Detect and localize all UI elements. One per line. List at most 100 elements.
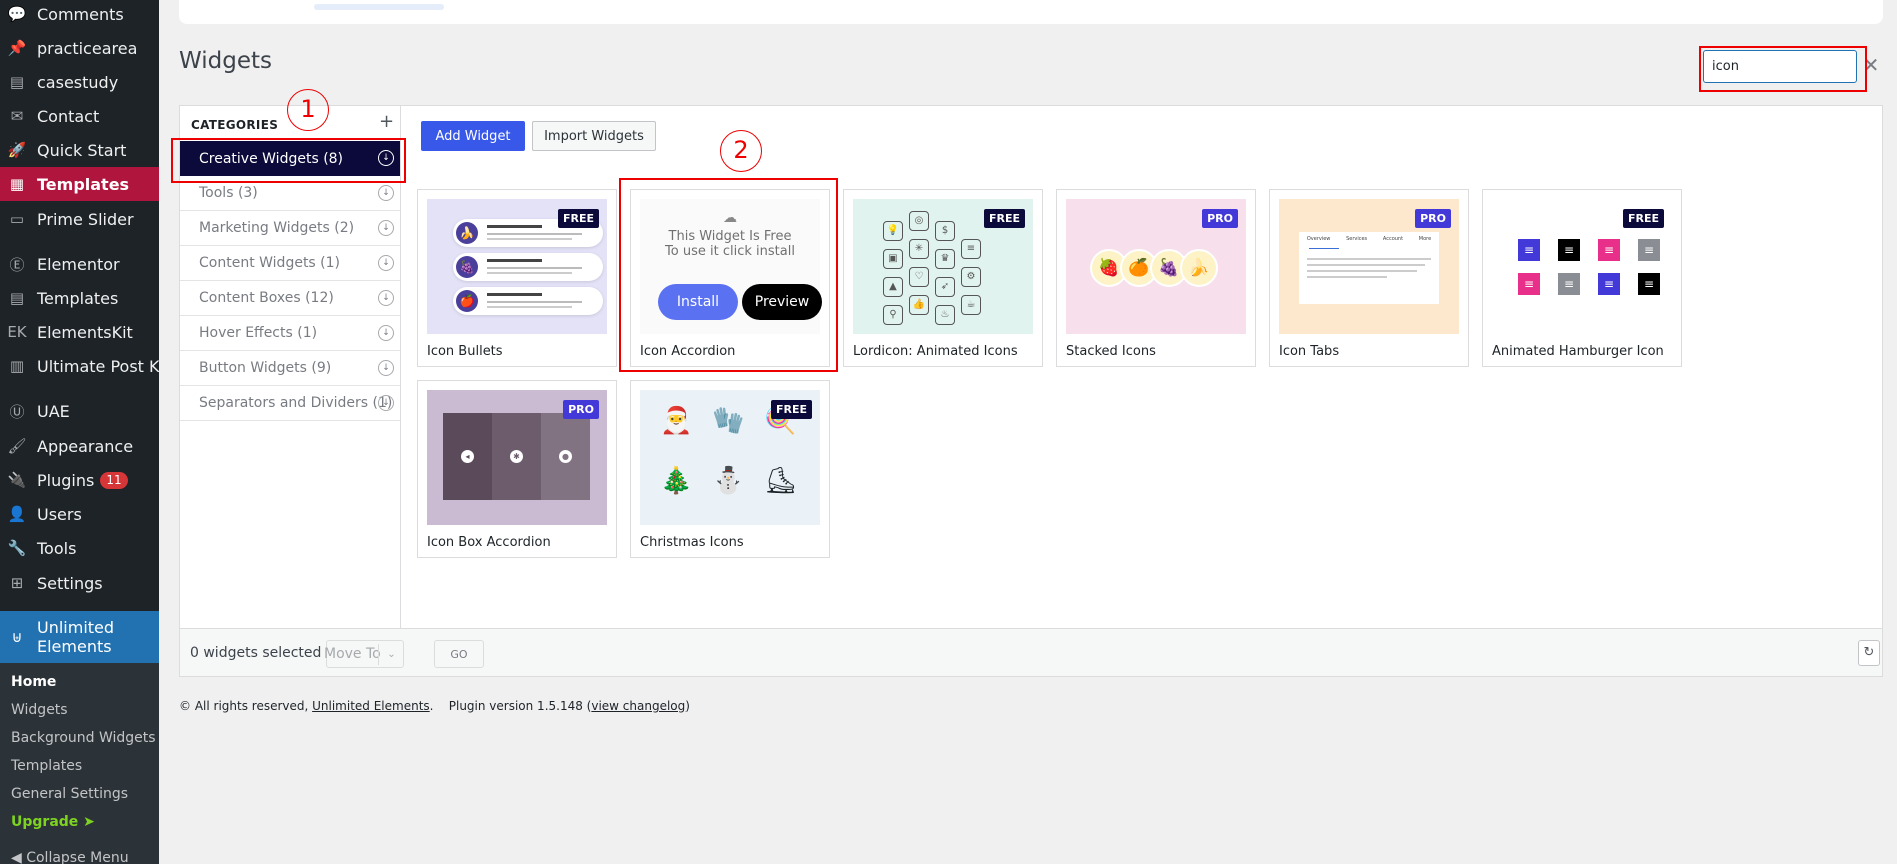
add-category-button[interactable]: + [379, 111, 394, 132]
snowman-icon: ⛄ [712, 466, 745, 496]
menu-quick-start[interactable]: 🚀 Quick Start [0, 133, 159, 167]
menu-tools[interactable]: 🔧 Tools [0, 531, 159, 565]
top-card-strip [179, 0, 1883, 24]
category-separators-dividers[interactable]: Separators and Dividers (1) ↓ [180, 386, 400, 421]
hamburger-icon: ≡ [1558, 239, 1580, 261]
widget-name: Lordicon: Animated Icons [853, 344, 1018, 359]
menu-uae[interactable]: Ⓤ UAE [0, 394, 159, 428]
tab-labels: Overview Services Account More [1306, 236, 1432, 242]
wrench-icon: 🔧 [7, 539, 27, 557]
download-icon[interactable]: ↓ [378, 360, 394, 376]
category-marketing-widgets[interactable]: Marketing Widgets (2) ↓ [180, 211, 400, 246]
hamburger-icon: ≡ [1518, 273, 1540, 295]
download-icon[interactable]: ↓ [378, 325, 394, 341]
pro-badge: PRO [1415, 209, 1451, 228]
menu-unlimited-elements[interactable]: ⊎ Unlimited Elements [0, 611, 159, 663]
annotation-box-widget [619, 178, 838, 372]
free-badge: FREE [557, 209, 599, 228]
pro-badge: PRO [1202, 209, 1238, 228]
widget-name: Icon Bullets [427, 344, 503, 359]
user-icon: 👤 [7, 505, 27, 523]
footer: © All rights reserved, Unlimited Element… [179, 699, 690, 713]
categories-header: CATEGORIES [191, 118, 279, 132]
menu-contact[interactable]: ✉ Contact [0, 99, 159, 133]
postkit-icon: ▥ [9, 357, 25, 375]
submenu-home[interactable]: Home [11, 674, 56, 690]
widget-card-icon-box-accordion[interactable]: ◂ ✱ ● PRO Icon Box Accordion [417, 380, 617, 558]
page-title: Widgets [179, 48, 272, 74]
category-content-boxes[interactable]: Content Boxes (12) ↓ [180, 281, 400, 316]
import-widgets-button[interactable]: Import Widgets [532, 121, 656, 151]
submenu-background-widgets[interactable]: Background Widgets [11, 730, 156, 746]
widget-thumbnail: ◂ ✱ ● PRO [427, 390, 607, 525]
widget-name: Stacked Icons [1066, 344, 1156, 359]
submenu-general-settings[interactable]: General Settings [11, 786, 128, 802]
unlimited-elements-submenu: Home Widgets Background Widgets Template… [0, 663, 159, 864]
cake-icon: ♨ [935, 305, 955, 325]
menu-users[interactable]: 👤 Users [0, 497, 159, 531]
free-badge: FREE [983, 209, 1025, 228]
widget-name: Icon Box Accordion [427, 535, 551, 550]
menu-templates[interactable]: ▤ Templates [0, 281, 159, 315]
menu-casestudy[interactable]: ▤ casestudy [0, 65, 159, 99]
mitten-icon: 🧤 [712, 406, 745, 436]
submenu-widgets[interactable]: Widgets [11, 702, 68, 718]
uae-icon: Ⓤ [9, 402, 25, 421]
menu-settings[interactable]: ⊞ Settings [0, 566, 159, 600]
menu-elementor[interactable]: Ⓔ Elementor [0, 247, 159, 281]
widget-card-lordicon[interactable]: 💡 ◎ $ ▣ ✳ ♛ ≡ ▲ ♡ ➶ ⚙ ⚲ 👍 ♨ ☕ FREE Lordi… [843, 189, 1043, 367]
category-hover-effects[interactable]: Hover Effects (1) ↓ [180, 316, 400, 351]
folder-icon: ▤ [9, 289, 25, 307]
tree-icon: ▲ [883, 277, 903, 297]
download-icon[interactable]: ↓ [378, 290, 394, 306]
widget-card-christmas-icons[interactable]: 🎅 🧤 🍭 🎄 ⛄ ⛸ FREE Christmas Icons [630, 380, 830, 558]
widget-card-stacked-icons[interactable]: 🍓 🍊 🍇 🍌 PRO Stacked Icons [1056, 189, 1256, 367]
menu-prime-slider[interactable]: ▭ Prime Slider [0, 202, 159, 236]
coin-icon: $ [935, 221, 955, 241]
refresh-icon[interactable]: ↻ [1858, 640, 1880, 666]
menu-templates-active[interactable]: ▦ Templates [0, 167, 159, 201]
widget-card-animated-hamburger[interactable]: ≡ ≡ ≡ ≡ ≡ ≡ ≡ ≡ FREE Animated Hamburger … [1482, 189, 1682, 367]
category-content-widgets[interactable]: Content Widgets (1) ↓ [180, 246, 400, 281]
hamburger-icon: ≡ [1638, 273, 1660, 295]
submenu-templates[interactable]: Templates [11, 758, 82, 774]
go-button[interactable]: GO [434, 640, 484, 668]
mail-icon: ✉ [10, 107, 24, 125]
folder-icon: ▤ [9, 73, 25, 91]
view-changelog-link[interactable]: view changelog [591, 699, 685, 713]
pin-icon: 📌 [7, 39, 27, 57]
download-icon[interactable]: ↓ [378, 220, 394, 236]
unlimited-elements-link[interactable]: Unlimited Elements [312, 699, 430, 713]
download-icon[interactable]: ↓ [378, 185, 394, 201]
move-to-select[interactable]: Move To ⌄ [324, 640, 404, 668]
hamburger-icon: ≡ [1638, 239, 1660, 261]
menu-comments[interactable]: 💬 Comments [0, 0, 159, 31]
widgets-panel: CATEGORIES + Creative Widgets (8) ↓ Tool… [179, 105, 1883, 629]
widget-card-icon-bullets[interactable]: 🍌 🍇 🍎 FREE Icon Bullets [417, 189, 617, 367]
thumbs-up-icon: 👍 [909, 295, 929, 315]
unlimited-elements-icon: ⊎ [11, 628, 23, 646]
templates-icon: ▦ [9, 175, 25, 193]
bullet-row: 🍇 [453, 253, 603, 281]
collapse-menu[interactable]: ◀ Collapse Menu [11, 850, 129, 864]
widget-thumbnail: Overview Services Account More PRO [1279, 199, 1459, 334]
menu-plugins[interactable]: 🔌 Plugins 11 [0, 463, 159, 497]
free-badge: FREE [1622, 209, 1664, 228]
download-icon[interactable]: ↓ [378, 395, 394, 411]
download-icon[interactable]: ↓ [378, 255, 394, 271]
menu-elementskit[interactable]: EK ElementsKit [0, 315, 159, 349]
annotation-marker-2: 2 [720, 130, 762, 172]
apple-icon: 🍎 [456, 290, 478, 312]
widget-card-icon-tabs[interactable]: Overview Services Account More PRO Icon … [1269, 189, 1469, 367]
menu-ultimate-post-kit[interactable]: ▥ Ultimate Post Kit [0, 349, 159, 383]
arrow-icon: ◂ [461, 450, 474, 463]
add-widget-button[interactable]: Add Widget [421, 121, 525, 151]
submenu-upgrade[interactable]: Upgrade ➤ [11, 814, 95, 830]
menu-practicearea[interactable]: 📌 practicearea [0, 31, 159, 65]
menu-appearance[interactable]: 🖌 Appearance [0, 429, 159, 463]
cup-icon: ☕ [961, 295, 981, 315]
category-button-widgets[interactable]: Button Widgets (9) ↓ [180, 351, 400, 386]
banana-icon: 🍌 [456, 222, 478, 244]
comment-icon: 💬 [7, 5, 27, 23]
star-icon: ✱ [510, 450, 523, 463]
